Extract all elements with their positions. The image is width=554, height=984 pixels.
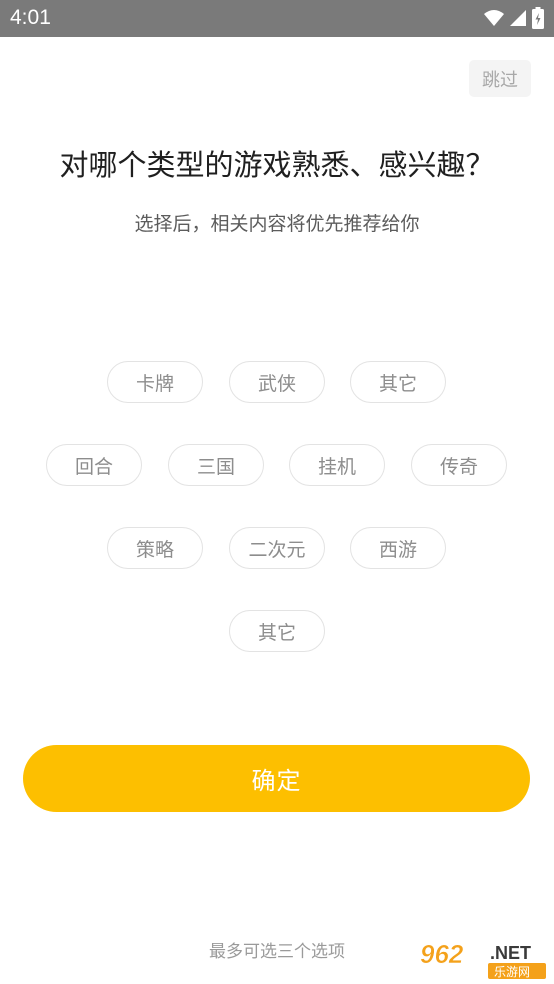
svg-text:.NET: .NET	[490, 943, 531, 963]
status-icons	[484, 7, 544, 29]
page-title: 对哪个类型的游戏熟悉、感兴趣？	[59, 148, 495, 182]
tag-option[interactable]: 传奇	[411, 444, 507, 486]
tag-option[interactable]: 挂机	[289, 444, 385, 486]
tag-option[interactable]: 三国	[168, 444, 264, 486]
tag-option[interactable]: 武侠	[229, 361, 325, 403]
confirm-button[interactable]: 确定	[23, 745, 530, 812]
tag-option[interactable]: 西游	[350, 527, 446, 569]
battery-icon	[532, 7, 544, 29]
tag-option[interactable]: 回合	[46, 444, 142, 486]
tag-option[interactable]: 策略	[107, 527, 203, 569]
status-bar: 4:01	[0, 0, 554, 37]
status-time: 4:01	[10, 6, 51, 29]
svg-text:962: 962	[420, 939, 464, 969]
tag-option[interactable]: 其它	[350, 361, 446, 403]
tag-option[interactable]: 其它	[229, 610, 325, 652]
tag-option[interactable]: 二次元	[229, 527, 325, 569]
svg-text:乐游网: 乐游网	[494, 965, 530, 979]
tag-option[interactable]: 卡牌	[107, 361, 203, 403]
skip-button[interactable]: 跳过	[469, 60, 531, 97]
watermark-logo: 962 .NET 乐游网	[414, 937, 550, 981]
wifi-icon	[484, 10, 504, 26]
page-subtitle: 选择后，相关内容将优先推荐给你	[134, 213, 420, 235]
cellular-signal-icon	[510, 10, 526, 26]
